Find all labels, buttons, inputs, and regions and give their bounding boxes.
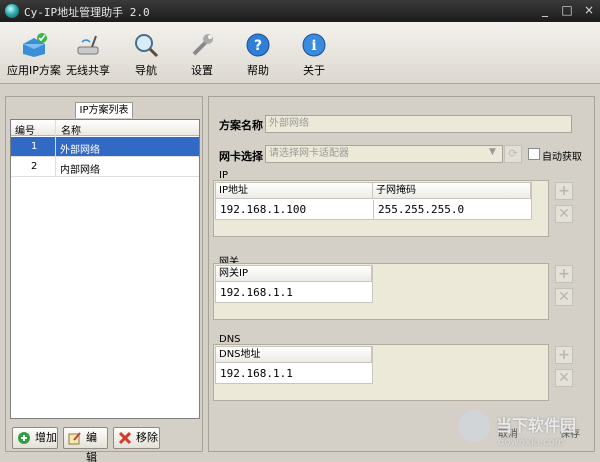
nic-select-label: 网卡选择 (219, 150, 263, 163)
add-dns-button[interactable]: + (555, 346, 573, 364)
mask-column-header: 子网掩码 (373, 183, 531, 199)
info-icon: i (302, 33, 326, 57)
edit-button[interactable]: 编辑 (63, 427, 108, 462)
wrench-icon (192, 34, 213, 56)
toolbar: 应用IP方案 无线共享 导航 设置 ? 帮助 i 关于 (0, 22, 600, 84)
watermark-url: downxia.com (498, 437, 565, 448)
help-icon: ? (246, 33, 270, 57)
edit-icon (68, 432, 81, 445)
about-button[interactable]: i 关于 (284, 32, 344, 78)
auto-obtain-checkbox[interactable] (528, 148, 540, 160)
column-divider (55, 120, 56, 176)
dns-address-cell[interactable]: 192.168.1.1 (216, 364, 372, 384)
navigation-label: 导航 (135, 64, 157, 77)
add-gateway-button[interactable]: + (555, 265, 573, 283)
scheme-list-tab[interactable]: IP方案列表 (75, 102, 133, 118)
ip-address-cell[interactable]: 192.168.1.100 (216, 200, 373, 220)
apply-ip-scheme-button[interactable]: 应用IP方案 (4, 32, 64, 78)
watermark-logo (458, 410, 490, 442)
close-button[interactable]: × (576, 0, 600, 20)
delete-gateway-button[interactable]: ✕ (555, 288, 573, 306)
subnet-mask-cell[interactable]: 255.255.255.0 (373, 200, 531, 220)
wireless-share-button[interactable]: 无线共享 (58, 32, 118, 78)
svg-text:?: ? (254, 38, 262, 54)
wireless-label: 无线共享 (66, 64, 110, 77)
about-label: 关于 (303, 64, 325, 77)
add-icon (18, 432, 30, 444)
dns-table[interactable]: DNS地址 192.168.1.1 (215, 346, 373, 384)
watermark-text: 当下软件园 (496, 416, 577, 435)
help-button[interactable]: ? 帮助 (228, 32, 288, 78)
row-name: 内部网络 (60, 165, 100, 176)
ip-table[interactable]: IP地址 子网掩码 192.168.1.100 255.255.255.0 (215, 182, 532, 220)
app-icon (5, 4, 19, 18)
edit-label: 编辑 (86, 431, 97, 462)
auto-obtain-label: 自动获取 (542, 152, 582, 163)
nic-select-dropdown[interactable]: 请选择网卡适配器 (265, 145, 503, 163)
scheme-name-field[interactable]: 外部网络 (265, 115, 572, 133)
ip-column-header: IP地址 (216, 183, 373, 199)
delete-ip-button[interactable]: ✕ (555, 205, 573, 223)
delete-dns-button[interactable]: ✕ (555, 369, 573, 387)
add-label: 增加 (35, 431, 57, 444)
scheme-list-grid[interactable]: 编号 名称 1 外部网络 2 内部网络 (10, 119, 200, 419)
chevron-down-icon[interactable]: ▼ (489, 147, 496, 157)
title-bar: Cy-IP地址管理助手 2.0 _ □ × (0, 0, 600, 22)
add-button[interactable]: 增加 (12, 427, 58, 449)
table-row[interactable]: 1 外部网络 (11, 137, 199, 157)
refresh-icon[interactable]: ⟳ (504, 145, 522, 163)
apply-icon (23, 33, 47, 57)
svg-text:i: i (311, 38, 316, 54)
gateway-ip-cell[interactable]: 192.168.1.1 (216, 283, 372, 303)
grid-header: 编号 名称 (11, 120, 199, 137)
navigation-button[interactable]: 导航 (116, 32, 176, 78)
column-name[interactable]: 名称 (61, 122, 81, 137)
table-row[interactable]: 2 内部网络 (11, 157, 199, 177)
magnifier-icon (135, 34, 159, 58)
scheme-name-label: 方案名称 (219, 119, 263, 132)
window-title: Cy-IP地址管理助手 2.0 (24, 6, 150, 19)
column-id[interactable]: 编号 (15, 122, 35, 137)
remove-label: 移除 (136, 431, 158, 444)
settings-label: 设置 (191, 64, 213, 77)
dns-column-header: DNS地址 (216, 347, 372, 363)
row-id: 1 (31, 141, 38, 152)
add-ip-button[interactable]: + (555, 182, 573, 200)
gateway-table[interactable]: 网关IP 192.168.1.1 (215, 265, 373, 303)
apply-label: 应用IP方案 (7, 64, 61, 77)
gateway-column-header: 网关IP (216, 266, 372, 282)
settings-button[interactable]: 设置 (172, 32, 232, 78)
row-id: 2 (31, 161, 38, 172)
wifi-router-icon (77, 35, 99, 55)
help-label: 帮助 (247, 64, 269, 77)
row-name: 外部网络 (60, 145, 100, 156)
delete-icon (118, 431, 132, 445)
remove-button[interactable]: 移除 (113, 427, 160, 449)
